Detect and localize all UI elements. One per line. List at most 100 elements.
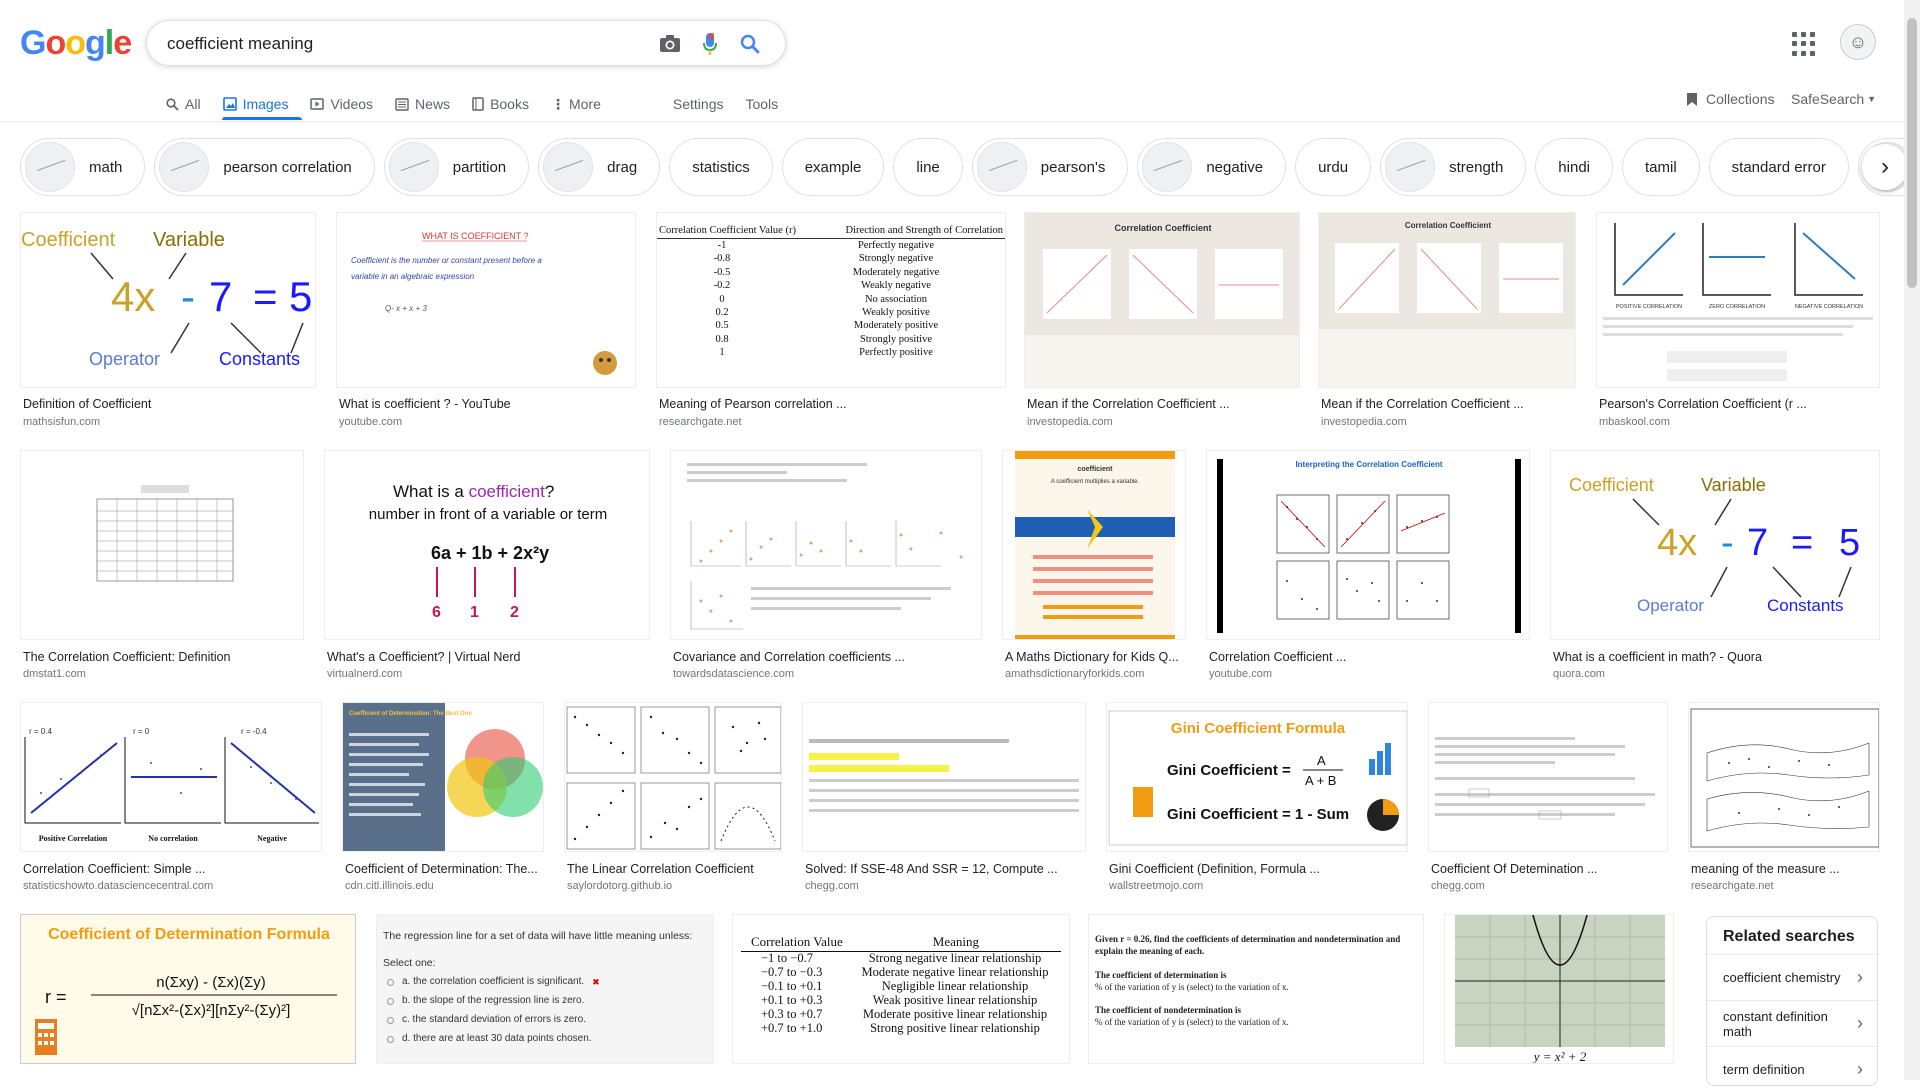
chip[interactable]: strength	[1380, 138, 1527, 196]
camera-icon[interactable]	[657, 31, 683, 57]
settings-link[interactable]: Settings	[673, 90, 724, 118]
tab-books[interactable]: Books	[472, 90, 529, 118]
chip-label: pearson correlation	[223, 158, 352, 176]
result-thumbnail: Correlation Coefficient Value (r) Direct…	[656, 212, 1006, 388]
tab-news[interactable]: News	[395, 90, 450, 118]
tab-more[interactable]: ⋮ More	[551, 90, 601, 118]
result-source: investopedia.com	[1321, 416, 1407, 428]
svg-text:WHAT IS COEFFICIENT ?: WHAT IS COEFFICIENT ?	[422, 231, 529, 241]
result-card[interactable]: Coefficient of Determination Formula r =…	[20, 914, 356, 1080]
result-card[interactable]: Solved: If SSE-48 And SSR = 12, Compute …	[802, 702, 1086, 896]
google-logo[interactable]: Google	[20, 24, 132, 63]
result-card[interactable]: Coefficient Variable 4x - 7 = 5 Operator…	[20, 212, 316, 432]
collections-button[interactable]: Collections	[1686, 91, 1774, 107]
chip[interactable]: example	[781, 138, 885, 196]
tab-label: Images	[242, 96, 289, 112]
related-search-item[interactable]: term definition ›	[1707, 1046, 1877, 1092]
tab-label: Videos	[330, 96, 374, 112]
result-card[interactable]: What is a coefficient? number in front o…	[324, 450, 650, 684]
svg-text:1: 1	[470, 604, 479, 621]
chip[interactable]: math	[20, 138, 146, 196]
tools-link[interactable]: Tools	[745, 90, 778, 118]
result-card[interactable]: Interpreting the Correlation Coefficient…	[1206, 450, 1530, 684]
svg-text:r = 0: r = 0	[133, 727, 150, 736]
search-box[interactable]: coefficient meaning	[146, 20, 786, 66]
result-card[interactable]: WHAT IS COEFFICIENT ? Coefficient is the…	[336, 212, 636, 432]
apps-grid-icon[interactable]	[1792, 32, 1816, 56]
chip[interactable]: statistics	[669, 138, 773, 196]
table-cell: Moderate negative linear relationship	[861, 964, 1049, 979]
video-icon	[310, 98, 325, 110]
tab-all[interactable]: All	[166, 90, 201, 118]
table-cell: Strong negative linear relationship	[868, 950, 1042, 965]
result-caption: Coefficient Of Detemination ...	[1431, 862, 1598, 876]
svg-text:=: =	[1791, 522, 1813, 564]
chip-label: statistics	[692, 158, 750, 176]
table-row: 0.8 Strongly positive	[657, 334, 1005, 347]
result-source: researchgate.net	[659, 416, 742, 428]
result-card[interactable]: POSITIVE CORRELATION ZERO CORRELATION NE…	[1596, 212, 1880, 432]
result-card[interactable]: Coefficient Variable 4x - 7 = 5 Operator…	[1550, 450, 1880, 684]
tab-videos[interactable]: Videos	[310, 90, 373, 118]
chip-thumbnail	[388, 142, 439, 192]
chip[interactable]: pearson correlation	[154, 138, 375, 196]
chip[interactable]: negative	[1137, 138, 1287, 196]
table-cell: 0.8	[715, 333, 729, 345]
related-search-item[interactable]: coefficient chemistry ›	[1707, 954, 1877, 1000]
result-card[interactable]: The Correlation Coefficient: Definition …	[20, 450, 304, 684]
result-card[interactable]: Given r = 0.26, find the coefficients of…	[1088, 914, 1424, 1080]
svg-text:Correlation Coefficient: Correlation Coefficient	[1405, 221, 1492, 230]
scrollbar-thumb[interactable]	[1907, 18, 1917, 288]
chip-label: math	[89, 158, 123, 176]
result-card[interactable]: Covariance and Correlation coefficients …	[670, 450, 982, 684]
chip[interactable]: line	[893, 138, 963, 196]
svg-text:4x: 4x	[111, 273, 155, 320]
result-card[interactable]: coefficient A coefficient multiplies a v…	[1002, 450, 1186, 684]
result-card[interactable]: Correlation Value Meaning −1 to −0.7 Stro…	[732, 914, 1070, 1080]
chip[interactable]: standard error	[1708, 138, 1849, 196]
chip[interactable]: pearson's	[971, 138, 1129, 196]
table-cell: 1	[719, 347, 725, 359]
table-cell: Perfectly negative	[857, 240, 935, 251]
result-thumbnail: Coefficient of Determination Formula r =…	[20, 914, 356, 1064]
chip-thumbnail	[25, 142, 75, 192]
table-row: −1 to −0.7 Strong negative linear relatio…	[741, 950, 1061, 966]
result-card[interactable]: Coefficient Of Detemination ... chegg.co…	[1428, 702, 1668, 896]
result-card[interactable]: r = 0.4 r = 0 r = -0.4 Positive Correlat…	[20, 702, 322, 896]
result-thumbnail	[564, 702, 782, 852]
result-card[interactable]: Correlation Coefficient Value (r) Direct…	[656, 212, 1006, 432]
chip[interactable]: drag	[538, 138, 661, 196]
result-card[interactable]: Coefficient of Determination: The Best O…	[342, 702, 544, 896]
result-card[interactable]: The Linear Correlation Coefficient saylo…	[564, 702, 782, 896]
table-cell: Moderately negative	[852, 266, 940, 278]
chip[interactable]: hindi	[1535, 138, 1613, 196]
safesearch-button[interactable]: SafeSearch ▼	[1791, 91, 1876, 107]
chip[interactable]: tamil	[1622, 138, 1700, 196]
avatar[interactable]: ☺	[1840, 24, 1876, 60]
search-input[interactable]: coefficient meaning	[167, 34, 313, 54]
tab-images[interactable]: Images	[222, 90, 289, 118]
result-card[interactable]: Correlation Coefficient Mean if the Corr…	[1024, 212, 1300, 432]
radio-icon	[387, 1016, 394, 1024]
chevron-right-icon[interactable]: ›	[1862, 144, 1908, 190]
result-card[interactable]: meaning of the measure ... researchgate.…	[1688, 702, 1880, 896]
result-card[interactable]: The regression line for a set of data wi…	[376, 914, 714, 1080]
chip-label: line	[916, 158, 940, 176]
microphone-icon[interactable]	[697, 31, 723, 57]
result-source: chegg.com	[1431, 880, 1485, 892]
chip[interactable]: urdu	[1295, 138, 1372, 196]
result-card[interactable]: Gini Coefficient Formula Gini Coefficien…	[1106, 702, 1408, 896]
svg-text:Q- x + x + 3: Q- x + x + 3	[385, 304, 427, 313]
chip[interactable]: partition	[383, 138, 530, 196]
svg-text:A coefficient multiplies a var: A coefficient multiplies a variable.	[1051, 479, 1140, 485]
result-caption: Correlation Coefficient: Simple ...	[23, 862, 206, 876]
result-card[interactable]: Correlation Coefficient Mean if the Corr…	[1318, 212, 1576, 432]
table-cell: -0.2	[713, 280, 731, 292]
chip-label: strength	[1449, 158, 1504, 176]
search-icon[interactable]	[737, 31, 763, 57]
result-card[interactable]: y = x² + 2	[1444, 914, 1674, 1080]
radio-icon	[387, 978, 394, 986]
related-search-item[interactable]: constant definition math ›	[1707, 1000, 1877, 1046]
related-searches-title: Related searches	[1723, 928, 1855, 945]
table-cell: Strong positive linear relationship	[870, 1020, 1040, 1035]
